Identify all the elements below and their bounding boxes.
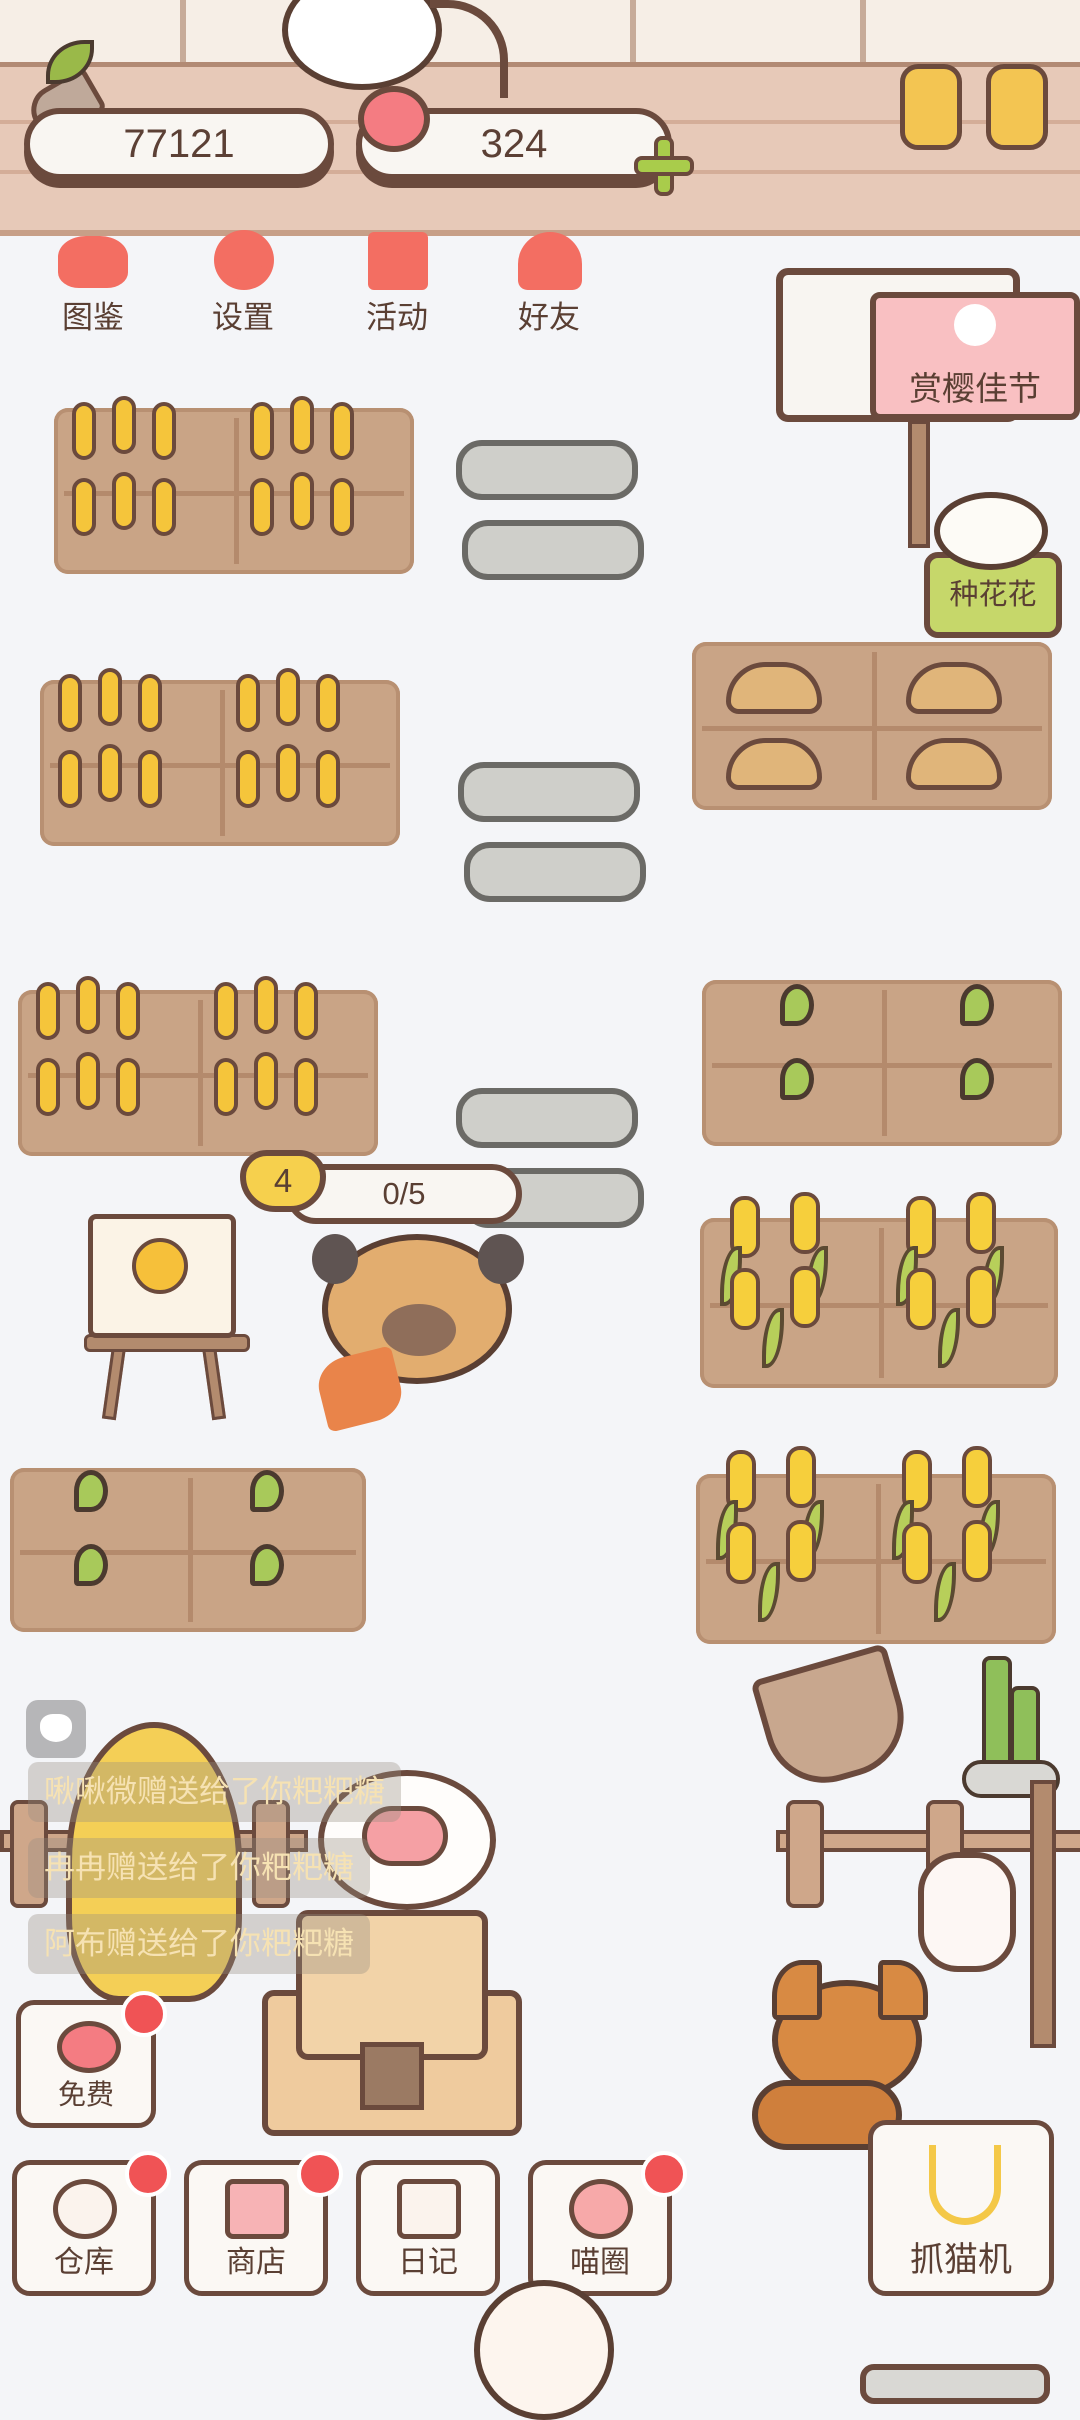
diary-icon	[397, 2179, 461, 2239]
cat-book-icon	[58, 236, 128, 288]
stone-path	[458, 762, 640, 822]
event-sign-button[interactable]: 赏樱佳节	[870, 292, 1080, 420]
planet-cat-icon	[569, 2179, 633, 2239]
lantern-icon[interactable]	[918, 1852, 1016, 1972]
heart-icon	[40, 1714, 72, 1742]
event-sign-label: 赏樱佳节	[909, 370, 1041, 407]
gift-icon	[368, 232, 428, 290]
menu-friends-label: 好友	[518, 300, 580, 335]
free-reward-button[interactable]: 免费	[16, 1991, 167, 2128]
notification-dot	[125, 2151, 171, 2197]
cat-circle-label: 喵圈	[570, 2246, 630, 2279]
menu-friends-button[interactable]: 好友	[484, 216, 614, 336]
sakura-icon	[954, 304, 996, 346]
corn-crop-group	[710, 1186, 1050, 1386]
menu-settings-label: 设置	[212, 300, 274, 335]
claw-machine-label: 抓猫机	[910, 2241, 1012, 2279]
sprout-field-1[interactable]	[702, 980, 1062, 1146]
notification-dot	[641, 2151, 687, 2197]
sprout-crop	[74, 1470, 108, 1512]
sprout-field-2[interactable]	[10, 1468, 366, 1632]
lantern-post	[1030, 1780, 1056, 2048]
menu-catalog-label: 图鉴	[62, 300, 124, 335]
shop-icon	[225, 2179, 289, 2239]
heart-icon	[358, 86, 430, 152]
menu-events-button[interactable]: 活动	[332, 216, 462, 336]
stone-path	[464, 842, 646, 902]
sprout-crop	[74, 1544, 108, 1586]
friends-icon	[518, 232, 582, 290]
heart-gift-icon	[57, 2021, 121, 2073]
heart-value: 324	[480, 122, 548, 166]
storage-icon	[53, 2179, 117, 2239]
menu-catalog-button[interactable]: 图鉴	[28, 216, 158, 336]
notification-dot	[121, 1991, 167, 2037]
boots-icon[interactable]	[900, 64, 1064, 154]
sprout-crop	[960, 1058, 994, 1100]
dustpan-icon[interactable]	[750, 1643, 918, 1797]
gear-icon	[214, 230, 274, 290]
cat-circle-button[interactable]: 喵圈	[528, 2151, 687, 2296]
coin-value: 77121	[123, 122, 235, 166]
menu-settings-button[interactable]: 设置	[178, 216, 308, 336]
storage-label: 仓库	[54, 2246, 114, 2279]
diary-label: 日记	[398, 2246, 458, 2279]
easel-painting[interactable]	[84, 1194, 250, 1421]
gift-message: 啾啾微赠送给了你粑粑糖	[28, 1762, 401, 1822]
wheat-crop-group	[50, 654, 390, 834]
menu-events-label: 活动	[366, 300, 428, 335]
orange-cat-icon[interactable]	[474, 2280, 614, 2420]
chat-toggle-button[interactable]	[26, 1700, 86, 1758]
gift-message: 冉冉赠送给了你粑粑糖	[28, 1838, 370, 1898]
diary-button[interactable]: 日记	[356, 2160, 500, 2296]
claw-machine-button[interactable]: 抓猫机	[868, 2120, 1054, 2296]
pet-level-text: 4	[273, 1162, 293, 1199]
bottom-panel-edge	[860, 2364, 1050, 2404]
storage-button[interactable]: 仓库	[12, 2151, 171, 2296]
stone-path	[456, 440, 638, 500]
pet-progress-text: 0/5	[382, 1176, 426, 1211]
sunflower-icon	[132, 1238, 188, 1294]
pug-dog-icon[interactable]	[312, 1234, 532, 1434]
sprout-crop	[780, 984, 814, 1026]
wheat-crop-group	[28, 962, 368, 1142]
free-reward-label: 免费	[57, 2079, 114, 2110]
sprout-crop	[960, 984, 994, 1026]
stone-path	[462, 520, 644, 580]
add-currency-button[interactable]	[634, 136, 694, 196]
corn-crop-group	[706, 1440, 1046, 1640]
coin-counter: 77121	[24, 108, 334, 180]
sprout-crop	[250, 1544, 284, 1586]
pet-level-badge: 4	[240, 1150, 326, 1212]
gift-message: 阿布赠送给了你粑粑糖	[28, 1914, 370, 1974]
sleeping-cat-icon[interactable]	[934, 492, 1048, 570]
shop-label: 商店	[226, 2246, 286, 2279]
sprout-crop	[250, 1470, 284, 1512]
shop-button[interactable]: 商店	[184, 2151, 343, 2296]
notification-dot	[297, 2151, 343, 2197]
top-fence	[0, 0, 1080, 67]
garden-sign-post	[908, 420, 930, 548]
claw-icon	[929, 2145, 1001, 2225]
wheat-crop-group	[64, 382, 404, 562]
bamboo-plant-icon	[962, 1656, 1060, 1798]
flower-sign-label: 种花花	[949, 579, 1037, 611]
sprout-crop	[780, 1058, 814, 1100]
stone-path	[456, 1088, 638, 1148]
